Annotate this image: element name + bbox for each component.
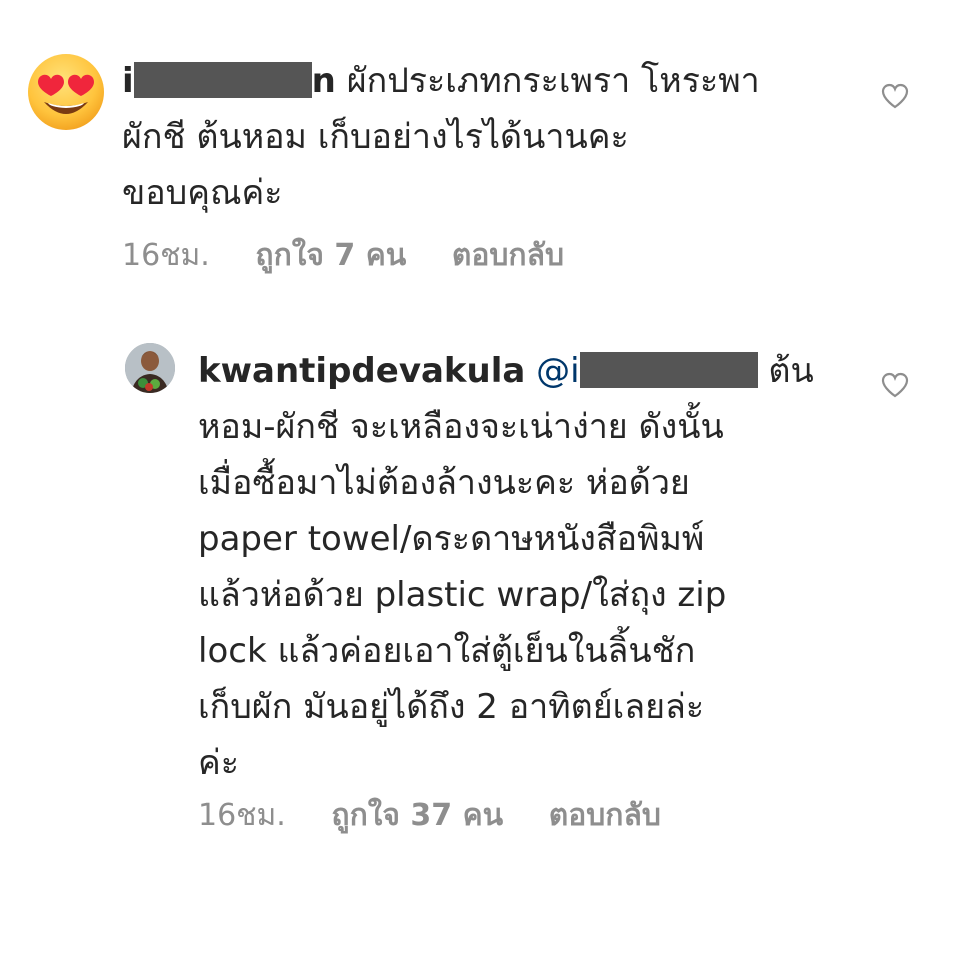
comment-1-time: 16ชม. <box>122 238 210 273</box>
comment-1-line2: ผักชี ต้นหอม เก็บอย่างไรได้นานคะ <box>122 117 629 157</box>
comment-2-time: 16ชม. <box>198 798 286 833</box>
comment-2-line3: เมื่อซื้อมาไม่ต้องล้างนะคะ ห่อด้วย <box>198 463 690 503</box>
comment-2-reply-button[interactable]: ตอบกลับ <box>549 798 661 833</box>
comment-1-meta: 16ชม. ถูกใจ 7 คน ตอบกลับ <box>122 232 600 279</box>
heart-eyes-emoji-avatar[interactable] <box>26 52 106 132</box>
comment-2-line6: lock แล้วค่อยเอาใส่ตู้เย็นในลิ้นชัก <box>198 631 696 671</box>
profile-photo-avatar[interactable] <box>125 343 175 393</box>
comment-2-line4: paper towel/ดระดาษหนังสือพิมพ์ <box>198 519 705 559</box>
comment-2-mention[interactable]: @i <box>536 351 758 391</box>
comment-2-username[interactable]: kwantipdevakula <box>198 351 525 391</box>
like-heart-icon[interactable] <box>880 371 910 399</box>
comment-2-line7: เก็บผัก มันอยู่ได้ถึง 2 อาทิตย์เลยล่ะ <box>198 687 705 727</box>
comment-1-text: in ผักประเภทกระเพรา โหระพา ผักชี ต้นหอม … <box>122 53 842 221</box>
comment-1-likes[interactable]: ถูกใจ 7 คน <box>255 238 406 273</box>
comment-2-line2: หอม-ผักชี จะเหลืองจะเน่าง่าย ดังนั้น <box>198 407 724 447</box>
comment-2-likes[interactable]: ถูกใจ 37 คน <box>331 798 503 833</box>
like-heart-icon[interactable] <box>880 82 910 110</box>
comment-2-line8: ค่ะ <box>198 743 240 783</box>
comment-2-text: kwantipdevakula @i ต้น หอม-ผักชี จะเหลือ… <box>198 343 848 791</box>
comment-1-line1: ผักประเภทกระเพรา โหระพา <box>346 61 760 101</box>
comment-2-meta: 16ชม. ถูกใจ 37 คน ตอบกลับ <box>198 792 697 839</box>
redacted-username <box>133 62 312 98</box>
redacted-mention <box>579 352 758 388</box>
comment-1-username[interactable]: in <box>122 61 336 101</box>
comment-2-line1-tail: ต้น <box>768 351 814 391</box>
comment-2-line5: แล้วห่อด้วย plastic wrap/ใส่ถุง zip <box>198 575 727 615</box>
comment-1-line3: ขอบคุณค่ะ <box>122 173 283 213</box>
comment-1-reply-button[interactable]: ตอบกลับ <box>452 238 564 273</box>
